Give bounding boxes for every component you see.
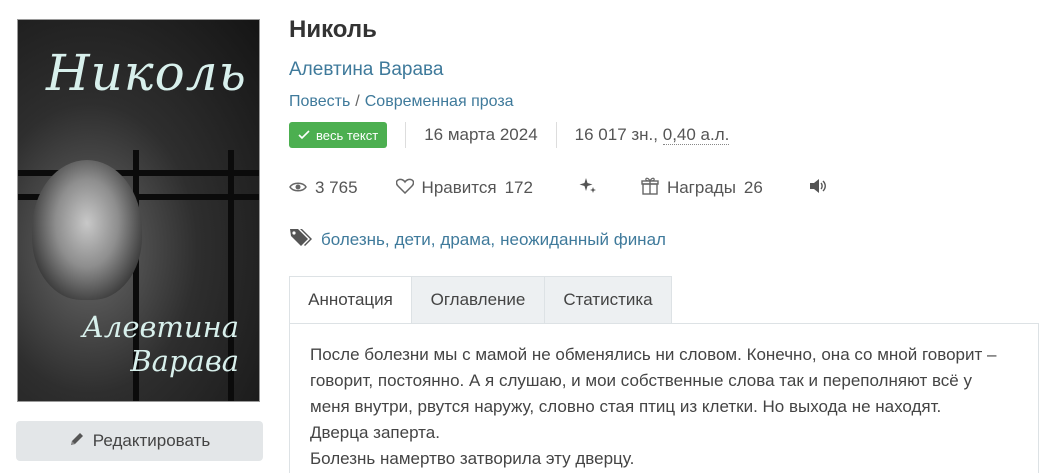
views-stat: 3 765	[289, 178, 358, 198]
cover-author: Алевтина Варава	[81, 310, 239, 378]
awards-button[interactable]: Награды 26	[641, 177, 763, 200]
awards-label: Награды	[666, 178, 736, 197]
divider	[405, 122, 407, 148]
edit-button-label: Редактировать	[92, 431, 211, 450]
type-link[interactable]: Повесть	[289, 93, 350, 110]
awards-count: 26	[743, 178, 763, 197]
sparkle-button[interactable]	[579, 177, 597, 200]
likes-label: Нравится	[421, 178, 497, 197]
like-button[interactable]: Нравится 172	[395, 178, 533, 199]
book-cover[interactable]: Николь Алевтина Варава	[17, 19, 260, 402]
check-icon	[298, 128, 310, 143]
book-title: Николь	[289, 16, 377, 43]
tag-link[interactable]: неожиданный финал	[500, 230, 666, 249]
stats-row: 3 765 Нравится 172 Награды 26	[289, 176, 827, 200]
tab-bar: Аннотация Оглавление Статистика	[289, 276, 672, 324]
tag-icon	[289, 227, 313, 252]
book-meta: весь текст 16 марта 2024 16 017 зн., 0,4…	[289, 121, 730, 149]
tags-row: болезнь, дети, драма, неожиданный финал	[289, 227, 666, 252]
tag-link[interactable]: дети	[395, 230, 431, 249]
annotation-line: говорит, постоянно. А я слушаю, и мои со…	[310, 371, 972, 390]
eye-icon	[289, 178, 307, 198]
likes-count: 172	[504, 178, 533, 197]
speaker-icon	[809, 178, 827, 199]
gift-icon	[641, 177, 659, 200]
text-size: 16 017 зн., 0,40 а.л.	[574, 125, 730, 145]
tab-statistics[interactable]: Статистика	[545, 276, 672, 324]
tab-annotation[interactable]: Аннотация	[289, 276, 412, 324]
annotation-line: меня внутри, рвутся наружу, словно стая …	[310, 397, 942, 416]
tag-link[interactable]: болезнь	[321, 230, 385, 249]
tag-list: болезнь, дети, драма, неожиданный финал	[321, 229, 666, 249]
breadcrumb-separator: /	[355, 93, 360, 110]
author-link[interactable]: Алевтина Варава	[289, 59, 443, 81]
heart-icon	[395, 178, 414, 199]
pencil-icon	[69, 431, 85, 452]
genre-link[interactable]: Современная проза	[365, 93, 514, 110]
divider	[555, 122, 557, 148]
genre-breadcrumb: Повесть / Современная проза	[289, 93, 514, 111]
annotation-line: После болезни мы с мамой не обменялись н…	[310, 345, 997, 364]
views-count: 3 765	[315, 178, 358, 197]
tab-contents[interactable]: Оглавление	[412, 276, 545, 324]
audio-button[interactable]	[809, 178, 827, 199]
edit-button[interactable]: Редактировать	[16, 421, 263, 461]
tag-link[interactable]: драма	[440, 230, 490, 249]
annotation-line: Дверца заперта.	[310, 423, 440, 442]
cover-title: Николь	[46, 44, 247, 102]
full-text-badge: весь текст	[289, 122, 388, 148]
sparkle-icon	[579, 177, 597, 200]
publish-date: 16 марта 2024	[424, 125, 538, 144]
annotation-line: Болезнь намертво затворила эту дверцу.	[310, 449, 635, 468]
annotation-panel: После болезни мы с мамой не обменялись н…	[289, 323, 1039, 473]
author-sheets[interactable]: 0,40 а.л.	[662, 125, 730, 145]
badge-label: весь текст	[316, 127, 379, 143]
cover-girl-image	[32, 160, 142, 300]
